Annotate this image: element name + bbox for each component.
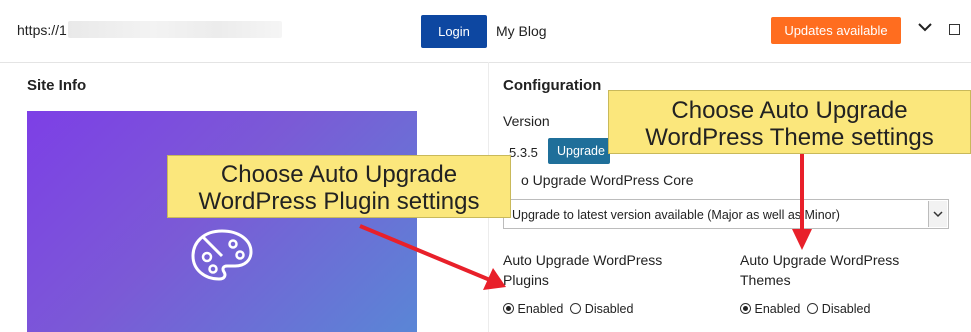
plugin-callout-line1: Choose Auto Upgrade (220, 161, 458, 188)
chevron-down-icon[interactable] (928, 201, 947, 227)
theme-settings-callout: Choose Auto Upgrade WordPress Theme sett… (608, 90, 971, 154)
themes-enabled-radio[interactable] (740, 303, 751, 314)
chevron-down-icon[interactable] (917, 19, 933, 35)
themes-disabled-label[interactable]: Disabled (822, 302, 871, 316)
plugin-settings-callout: Choose Auto Upgrade WordPress Plugin set… (167, 155, 511, 218)
site-url: https://1 (17, 22, 67, 38)
site-name: My Blog (496, 23, 547, 39)
palette-icon (191, 229, 253, 281)
plugin-callout-line2: WordPress Plugin settings (198, 188, 480, 215)
theme-callout-arrowhead (792, 229, 812, 250)
plugins-upgrade-label-line2: Plugins (503, 272, 549, 288)
site-info-heading: Site Info (27, 77, 87, 94)
plugins-enabled-radio[interactable] (503, 303, 514, 314)
configuration-heading: Configuration (503, 77, 602, 94)
plugins-disabled-label[interactable]: Disabled (585, 302, 634, 316)
themes-upgrade-label-line1: Auto Upgrade WordPress (740, 252, 900, 268)
plugins-disabled-radio[interactable] (570, 303, 582, 314)
updates-available-button[interactable]: Updates available (771, 17, 901, 44)
themes-upgrade-label-line2: Themes (740, 272, 791, 288)
upgrade-button[interactable]: Upgrade (548, 138, 610, 164)
top-bar: https://1 Login My Blog Updates availabl… (0, 0, 971, 63)
themes-enabled-label[interactable]: Enabled (754, 302, 800, 316)
plugins-upgrade-label-line1: Auto Upgrade WordPress (503, 252, 663, 268)
theme-callout-line1: Choose Auto Upgrade (671, 97, 908, 124)
core-upgrade-select[interactable]: Upgrade to latest version available (Maj… (503, 199, 949, 229)
core-upgrade-select-value: Upgrade to latest version available (Maj… (512, 208, 840, 222)
theme-callout-line2: WordPress Theme settings (645, 124, 934, 151)
plugins-enabled-label[interactable]: Enabled (517, 302, 563, 316)
login-button[interactable]: Login (421, 15, 487, 48)
url-redacted (68, 21, 282, 38)
site-thumbnail (27, 111, 417, 332)
themes-upgrade-options: Enabled Disabled (740, 302, 870, 316)
version-value: 5.3.5 (509, 145, 538, 160)
themes-disabled-radio[interactable] (807, 303, 819, 314)
plugins-upgrade-options: Enabled Disabled (503, 302, 633, 316)
maximize-icon[interactable] (949, 24, 960, 35)
version-label: Version (503, 113, 550, 129)
core-upgrade-label: o Upgrade WordPress Core (521, 172, 694, 188)
